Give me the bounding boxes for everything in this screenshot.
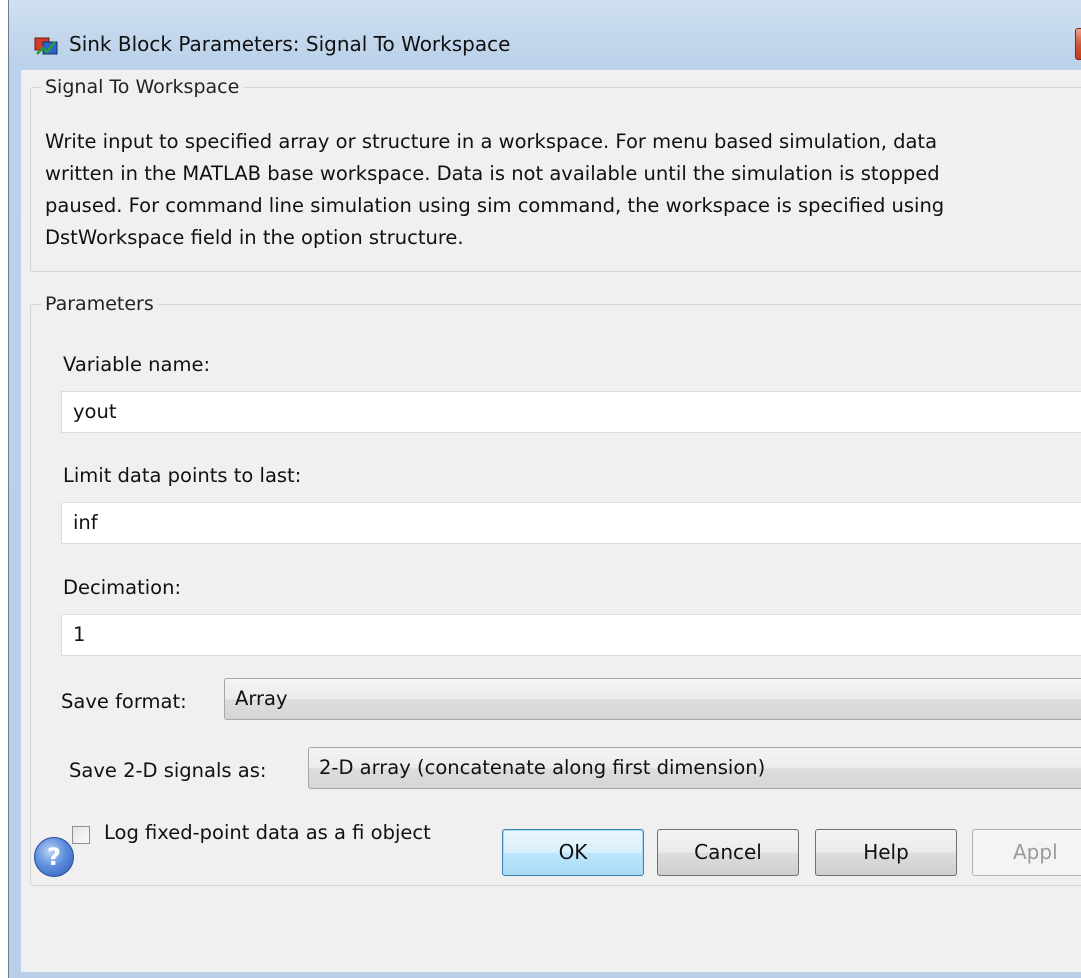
parameters-group: Parameters Variable name: yout Limit dat… — [30, 293, 1081, 886]
description-group-title: Signal To Workspace — [41, 76, 244, 98]
log-fixed-point-checkbox[interactable] — [72, 826, 90, 844]
help-icon[interactable]: ? — [34, 837, 74, 877]
decimation-label: Decimation: — [63, 576, 182, 599]
save-2d-label: Save 2-D signals as: — [69, 759, 267, 782]
apply-button[interactable]: Appl — [972, 829, 1081, 876]
ok-button[interactable]: OK — [502, 829, 644, 876]
save-2d-select[interactable]: 2-D array (concatenate along first dimen… — [308, 747, 1081, 789]
simulink-app-icon — [34, 37, 58, 55]
parameters-group-title: Parameters — [41, 293, 158, 315]
description-line: written in the MATLAB base workspace. Da… — [45, 162, 940, 185]
description-line: paused. For command line simulation usin… — [45, 194, 945, 217]
log-fixed-point-label: Log fixed-point data as a fi object — [104, 821, 431, 844]
cancel-button[interactable]: Cancel — [657, 829, 799, 876]
description-line: Write input to specified array or struct… — [45, 130, 938, 153]
variable-name-label: Variable name: — [63, 353, 211, 376]
save-format-label: Save format: — [61, 690, 187, 713]
variable-name-input[interactable]: yout — [61, 391, 1081, 433]
dialog-window: Sink Block Parameters: Signal To Workspa… — [8, 0, 1081, 978]
limit-points-label: Limit data points to last: — [63, 464, 302, 487]
description-group: Signal To Workspace Write input to speci… — [30, 76, 1081, 272]
decimation-input[interactable]: 1 — [61, 614, 1081, 656]
limit-points-input[interactable]: inf — [61, 502, 1081, 544]
help-button[interactable]: Help — [815, 829, 957, 876]
save-format-select[interactable]: Array — [224, 678, 1081, 720]
description-line: DstWorkspace field in the option structu… — [45, 226, 464, 249]
close-icon[interactable] — [1075, 28, 1081, 60]
window-title: Sink Block Parameters: Signal To Workspa… — [69, 32, 511, 56]
description-text: Write input to specified array or struct… — [45, 126, 1081, 254]
